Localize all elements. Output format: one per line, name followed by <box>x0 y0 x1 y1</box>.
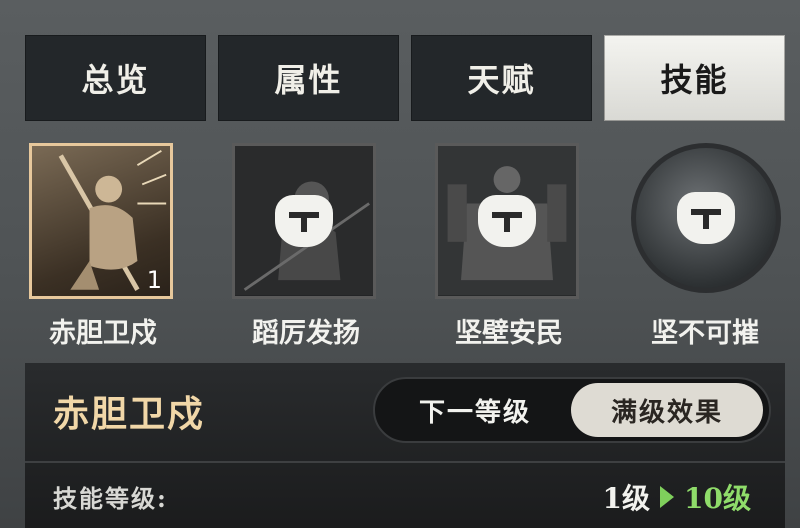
skill-detail-panel: 赤胆卫戍 下一等级 满级效果 技能等级: 1级 10级 <box>25 363 785 528</box>
max-level-effect-button[interactable]: 满级效果 <box>571 383 763 437</box>
skill-level-number: 1 <box>146 266 162 294</box>
lock-icon <box>478 195 536 247</box>
skill-detail-title: 赤胆卫戍 <box>53 393 206 435</box>
tab-overview[interactable]: 总览 <box>25 35 206 121</box>
divider <box>25 461 785 463</box>
skill-name: 坚不可摧 <box>651 318 759 349</box>
lock-icon <box>677 192 735 244</box>
skill-icon-frame <box>435 143 579 299</box>
skill-level-label: 技能等级: <box>53 484 168 513</box>
skill-level-progression: 1级 10级 <box>603 477 751 517</box>
skill-list: 1 赤胆卫戍 蹈厉发扬 坚壁安民 坚不可摧 <box>25 143 785 363</box>
skill-icon-frame: 1 <box>29 143 173 299</box>
skill-name: 蹈厉发扬 <box>252 318 360 349</box>
lock-icon <box>275 195 333 247</box>
effect-toggle: 下一等级 满级效果 <box>373 377 771 443</box>
skill-icon-frame <box>631 143 781 293</box>
tab-talents[interactable]: 天赋 <box>411 35 592 121</box>
tab-attributes[interactable]: 属性 <box>218 35 399 121</box>
skill-name: 赤胆卫戍 <box>49 318 157 349</box>
skill-icon-frame <box>232 143 376 299</box>
next-level-button[interactable]: 下一等级 <box>381 383 569 437</box>
arrow-right-icon <box>660 486 675 508</box>
current-level: 1级 <box>602 482 651 515</box>
target-level: 10级 <box>684 482 751 515</box>
tab-bar: 总览 属性 天赋 技能 <box>25 35 785 121</box>
tab-skills[interactable]: 技能 <box>604 35 785 121</box>
skill-name: 坚壁安民 <box>455 318 563 349</box>
